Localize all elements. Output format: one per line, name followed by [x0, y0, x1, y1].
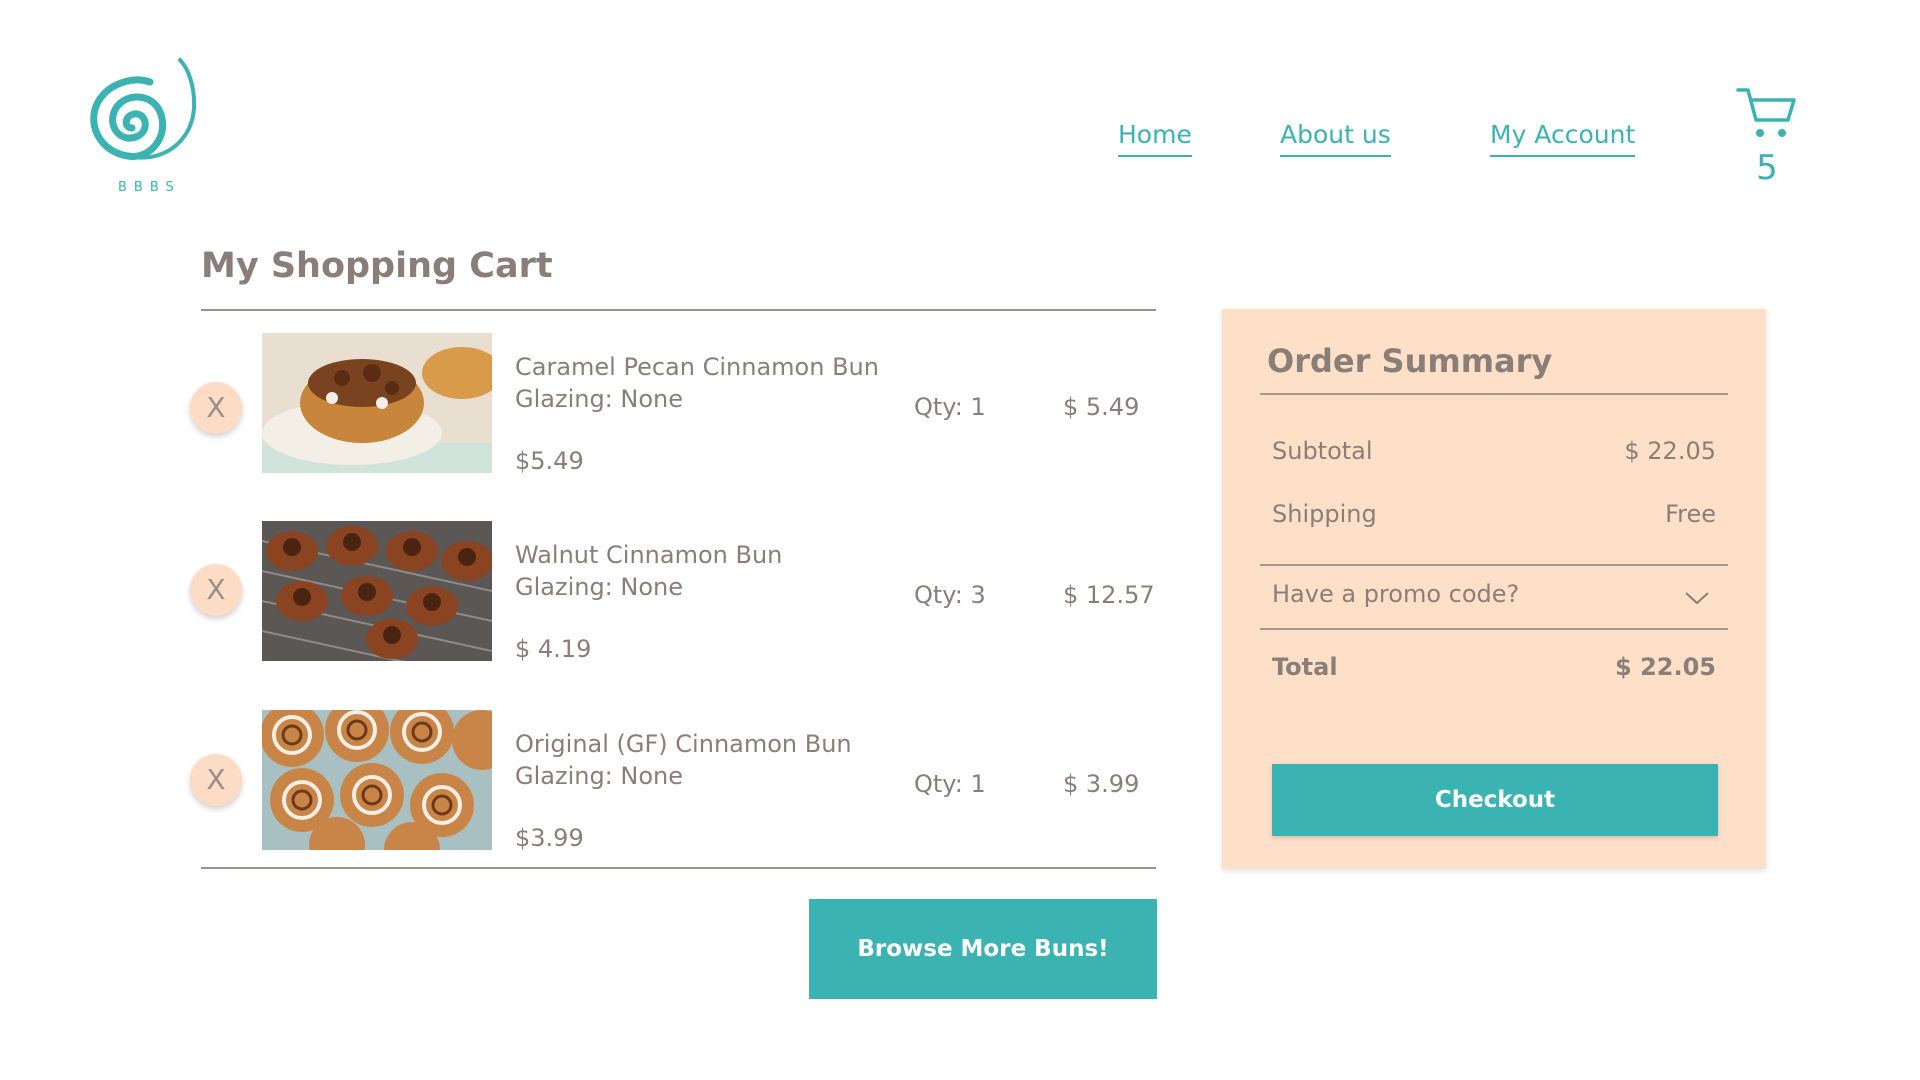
checkout-button[interactable]: Checkout — [1272, 764, 1718, 836]
item-quantity[interactable]: Qty: 1 — [914, 393, 986, 421]
divider — [201, 867, 1156, 869]
item-glazing: Glazing: None — [515, 762, 684, 790]
promo-code-dropdown[interactable]: Have a promo code? — [1260, 566, 1728, 626]
item-glazing: Glazing: None — [515, 385, 684, 413]
page-title: My Shopping Cart — [201, 246, 553, 286]
item-unit-price: $ 4.19 — [515, 635, 592, 663]
remove-item-button[interactable]: X — [190, 754, 242, 806]
item-unit-price: $3.99 — [515, 824, 584, 852]
item-name: Original (GF) Cinnamon Bun — [515, 730, 852, 758]
walnut-bun-image — [262, 521, 492, 661]
total-value: $ 22.05 — [1615, 653, 1716, 681]
item-glazing: Glazing: None — [515, 573, 684, 601]
logo-text: BBBS — [118, 180, 181, 195]
caramel-pecan-bun-image — [262, 333, 492, 473]
shopping-cart-page: BBBS Home About us My Account 5 My Shopp… — [0, 0, 1920, 1080]
item-line-total: $ 12.57 — [1063, 581, 1155, 609]
cart-count-badge[interactable]: 5 — [1752, 148, 1782, 188]
item-name: Caramel Pecan Cinnamon Bun — [515, 353, 879, 381]
shipping-label: Shipping — [1272, 500, 1377, 528]
cart-item: X Caramel Pecan Cinnamon Bun Glazing: No… — [190, 333, 1160, 475]
divider — [1260, 393, 1728, 395]
subtotal-label: Subtotal — [1272, 437, 1373, 465]
item-unit-price: $5.49 — [515, 447, 584, 475]
promo-code-label: Have a promo code? — [1272, 580, 1520, 608]
order-summary-panel: Order Summary Subtotal $ 22.05 Shipping … — [1222, 309, 1766, 869]
cart-icon[interactable] — [1736, 86, 1796, 142]
original-gf-bun-image — [262, 710, 492, 850]
nav-home-link[interactable]: Home — [1118, 120, 1192, 157]
divider — [201, 309, 1156, 311]
item-name: Walnut Cinnamon Bun — [515, 541, 783, 569]
chevron-down-icon — [1685, 592, 1709, 605]
remove-item-button[interactable]: X — [190, 382, 242, 434]
nav-about-link[interactable]: About us — [1280, 120, 1391, 157]
item-quantity[interactable]: Qty: 3 — [914, 581, 986, 609]
subtotal-value: $ 22.05 — [1624, 437, 1716, 465]
order-summary-title: Order Summary — [1267, 342, 1553, 380]
total-label: Total — [1272, 653, 1338, 681]
nav-account-link[interactable]: My Account — [1490, 120, 1636, 157]
item-line-total: $ 3.99 — [1063, 770, 1140, 798]
divider — [1260, 628, 1728, 630]
cart-item: X Walnut Cinnamon Bun Glazing: None $ 4.… — [190, 521, 1160, 663]
cart-item: X Original (GF) Cinnamon Bun Glazing: No… — [190, 710, 1160, 852]
remove-item-button[interactable]: X — [190, 564, 242, 616]
item-line-total: $ 5.49 — [1063, 393, 1140, 421]
item-quantity[interactable]: Qty: 1 — [914, 770, 986, 798]
shipping-value: Free — [1665, 500, 1716, 528]
browse-more-buns-button[interactable]: Browse More Buns! — [809, 899, 1157, 999]
